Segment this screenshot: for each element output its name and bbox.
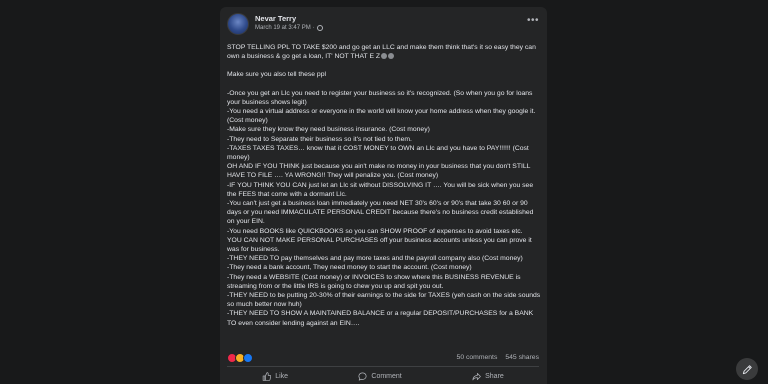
post-line: -TAXES TAXES TAXES… know that it COST MO… [227, 144, 529, 162]
shares-count[interactable]: 545 shares [505, 354, 539, 361]
divider [227, 366, 539, 367]
share-label: Share [485, 372, 504, 380]
post-line: -They need to Separate their business so… [227, 135, 412, 143]
post-header: Nevar Terry March 19 at 3:47 PM · ••• [227, 13, 539, 37]
post-line: -They need a bank account, They need mon… [227, 264, 472, 272]
engagement-counts: 50 comments 545 shares [457, 354, 539, 361]
new-message-button[interactable] [736, 358, 758, 380]
post-meta: March 19 at 3:47 PM · [255, 25, 323, 31]
post-body: STOP TELLING PPL TO TAKE $200 and go get… [227, 43, 541, 328]
more-options-icon[interactable]: ••• [527, 15, 539, 26]
post-line: -They need a WEBSITE (Cost money) or INV… [227, 273, 521, 290]
post-line: -Once you get an Llc you need to registe… [227, 89, 533, 106]
globe-icon [316, 25, 323, 31]
comment-button[interactable]: Comment [350, 370, 409, 383]
comments-count[interactable]: 50 comments [457, 354, 498, 361]
post-line: STOP TELLING PPL TO TAKE $200 and go get… [227, 44, 536, 61]
post-line: OH AND IF YOU THINK just because you ain… [227, 163, 531, 180]
post-line: -IF YOU THINK YOU CAN just let an Llc si… [227, 181, 534, 198]
compose-icon [742, 364, 752, 374]
post-line: Make sure you also tell these ppl [227, 71, 326, 79]
comment-label: Comment [371, 372, 402, 380]
post-line: -THEY NEED TO SHOW A MAINTAINED BALANCE … [227, 310, 534, 327]
comment-icon [358, 371, 367, 381]
thumbs-up-icon [262, 371, 272, 381]
share-arrow-icon [472, 372, 481, 380]
post-timestamp[interactable]: March 19 at 3:47 PM [255, 25, 311, 31]
post-line: -THEY NEED to be putting 20-30% of their… [227, 292, 541, 309]
post-card: Nevar Terry March 19 at 3:47 PM · ••• ST… [220, 7, 547, 384]
post-actions: Like Comment Share [227, 368, 539, 384]
post-line: -You can't just get a business loan imme… [227, 200, 534, 226]
post-line: -THEY NEED TO pay themselves and pay mor… [227, 255, 523, 263]
like-button[interactable]: Like [254, 370, 296, 383]
post-stats: 50 comments 545 shares [227, 352, 539, 364]
emoji-icon [381, 53, 388, 60]
emoji-icon [388, 53, 395, 60]
reactions-summary[interactable] [227, 353, 253, 363]
post-line: YOU CAN NOT MAKE PERSONAL PURCHASES off … [227, 236, 532, 254]
avatar[interactable] [227, 13, 249, 35]
post-line: -Make sure they know they need business … [227, 126, 430, 134]
post-line: -You need BOOKS like QUICKBOOKS so you c… [227, 227, 523, 235]
like-label: Like [275, 372, 289, 380]
post-line: -You need a virtual address or everyone … [227, 108, 536, 125]
meta-separator: · [312, 25, 315, 31]
like-reaction-icon [243, 353, 253, 363]
author-name[interactable]: Nevar Terry [255, 14, 296, 23]
share-button[interactable]: Share [464, 370, 512, 383]
